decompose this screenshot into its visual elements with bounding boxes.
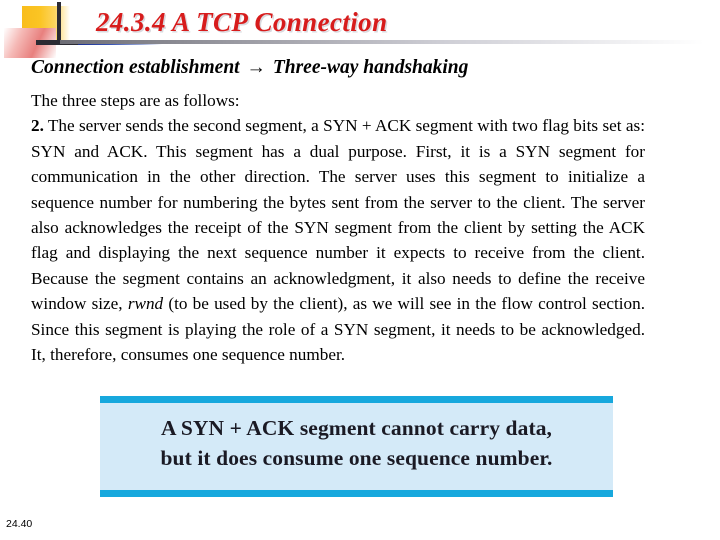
subtitle-text-after-arrow: Three-way handshaking <box>267 57 469 78</box>
slide-canvas: 24.3.4 A TCP Connection Connection estab… <box>0 0 720 540</box>
body-content: The three steps are as follows: 2. The s… <box>31 88 645 367</box>
note-text: A SYN + ACK segment cannot carry data, b… <box>100 413 613 473</box>
body-paragraph-part-1: The server sends the second segment, a S… <box>31 116 645 314</box>
decoration-vertical-bar <box>57 2 61 44</box>
title-underline-rule <box>60 40 704 44</box>
slide-page-number: 24.40 <box>6 518 33 530</box>
note-bottom-bar <box>100 490 613 497</box>
note-top-bar <box>100 396 613 403</box>
note-line-2: but it does consume one sequence number. <box>160 446 553 470</box>
body-italic-term: rwnd <box>127 294 164 314</box>
right-arrow-icon: → <box>246 57 266 78</box>
body-paragraph: 2. The server sends the second segment, … <box>31 113 645 367</box>
subtitle-text-before-arrow: Connection establishment <box>31 57 245 78</box>
note-callout-box: A SYN + ACK segment cannot carry data, b… <box>100 396 613 497</box>
page-title: 24.3.4 A TCP Connection <box>96 7 388 37</box>
section-subtitle: Connection establishment → Three-way han… <box>31 56 691 80</box>
body-lead-line: The three steps are as follows: <box>31 91 240 110</box>
note-line-1: A SYN + ACK segment cannot carry data, <box>160 416 553 440</box>
list-item-number: 2. <box>31 116 44 136</box>
